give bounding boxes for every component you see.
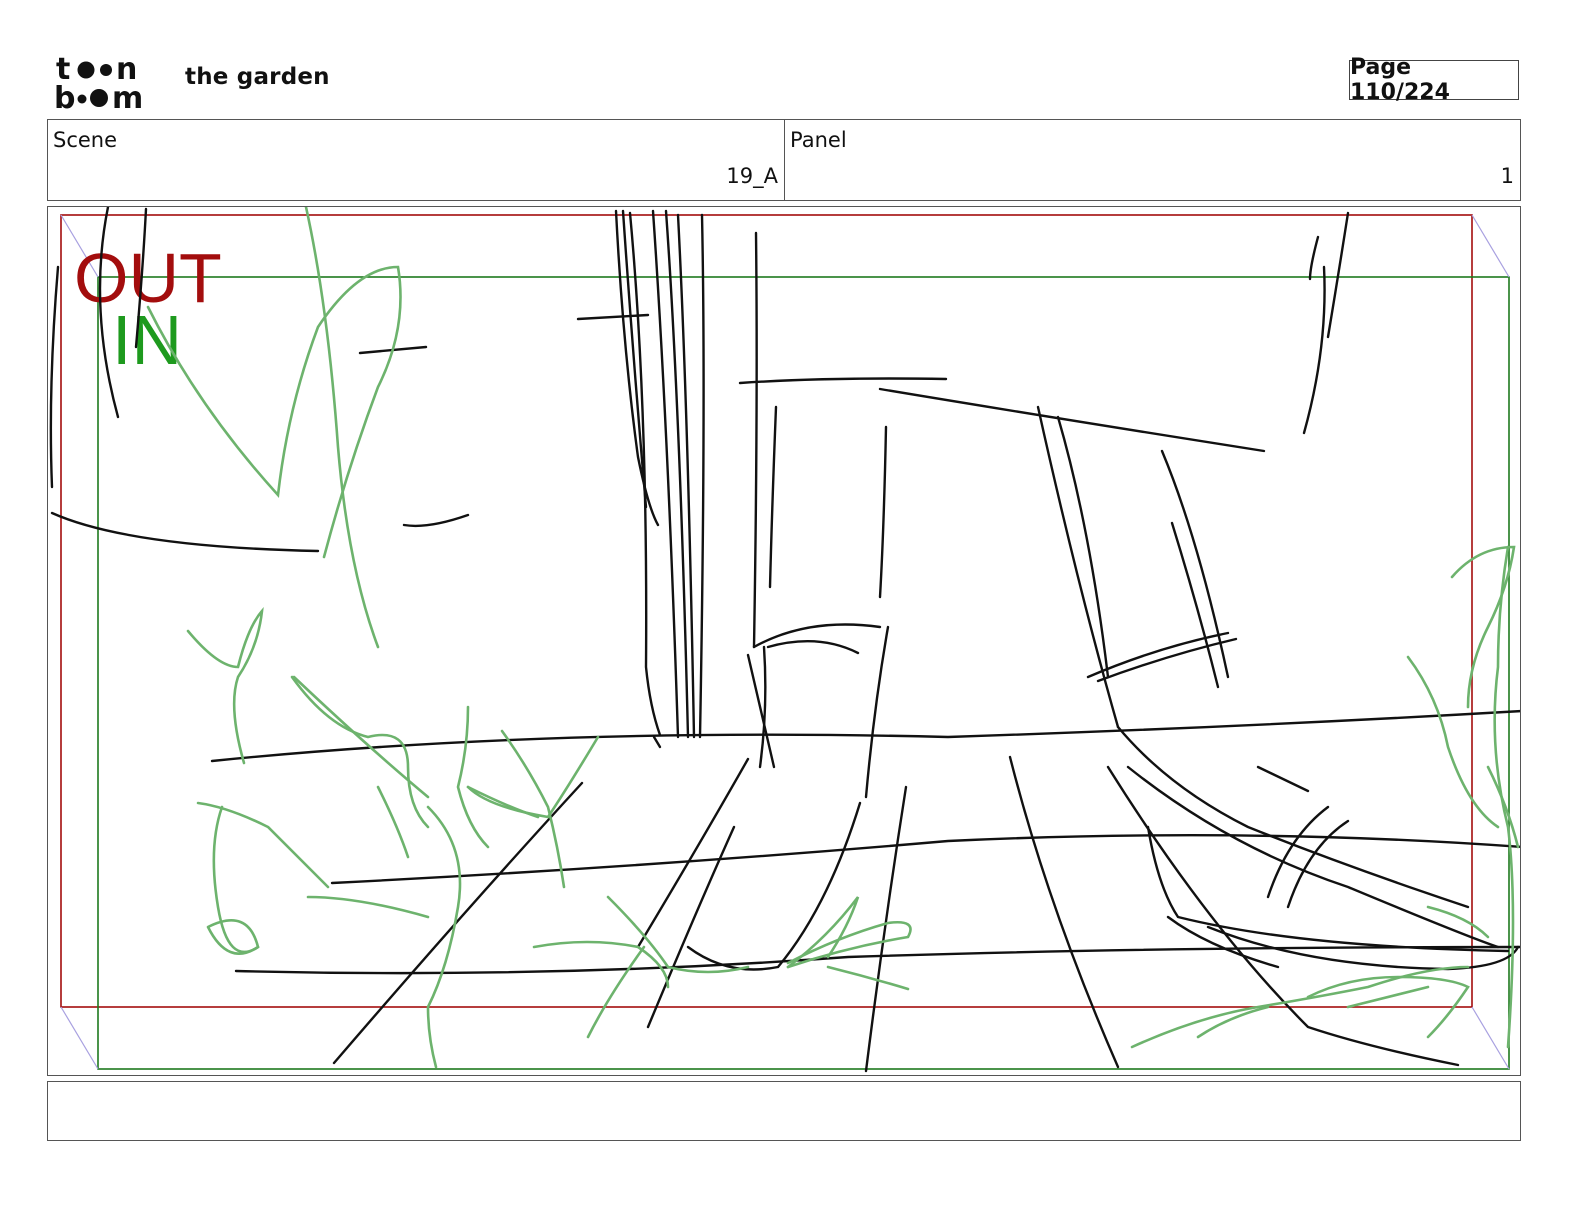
- toon-boom-logo: t n b m: [54, 52, 143, 112]
- panel-value: 1: [1500, 164, 1514, 188]
- svg-text:m: m: [112, 81, 143, 112]
- plant-sketch: [146, 207, 1520, 1069]
- project-title: the garden: [185, 64, 330, 90]
- scene-cell: Scene 19_A: [48, 120, 785, 200]
- scene-label: Scene: [53, 128, 118, 152]
- storyboard-panel-image: OUT IN: [47, 206, 1521, 1076]
- panel-label: Panel: [790, 128, 847, 152]
- sketch-drawing: OUT IN: [49, 207, 1520, 1073]
- svg-text:b: b: [54, 81, 75, 112]
- in-frame: [97, 276, 1510, 1070]
- scene-value: 19_A: [726, 164, 778, 188]
- ink-sketch: [49, 207, 1520, 1073]
- scene-panel-info: Scene 19_A Panel 1: [47, 119, 1521, 201]
- out-frame: [60, 214, 1473, 1008]
- dialogue-notes-box: [47, 1081, 1521, 1141]
- page-number: Page 110/224: [1349, 55, 1519, 105]
- panel-cell: Panel 1: [785, 120, 1520, 200]
- in-label: IN: [112, 301, 182, 379]
